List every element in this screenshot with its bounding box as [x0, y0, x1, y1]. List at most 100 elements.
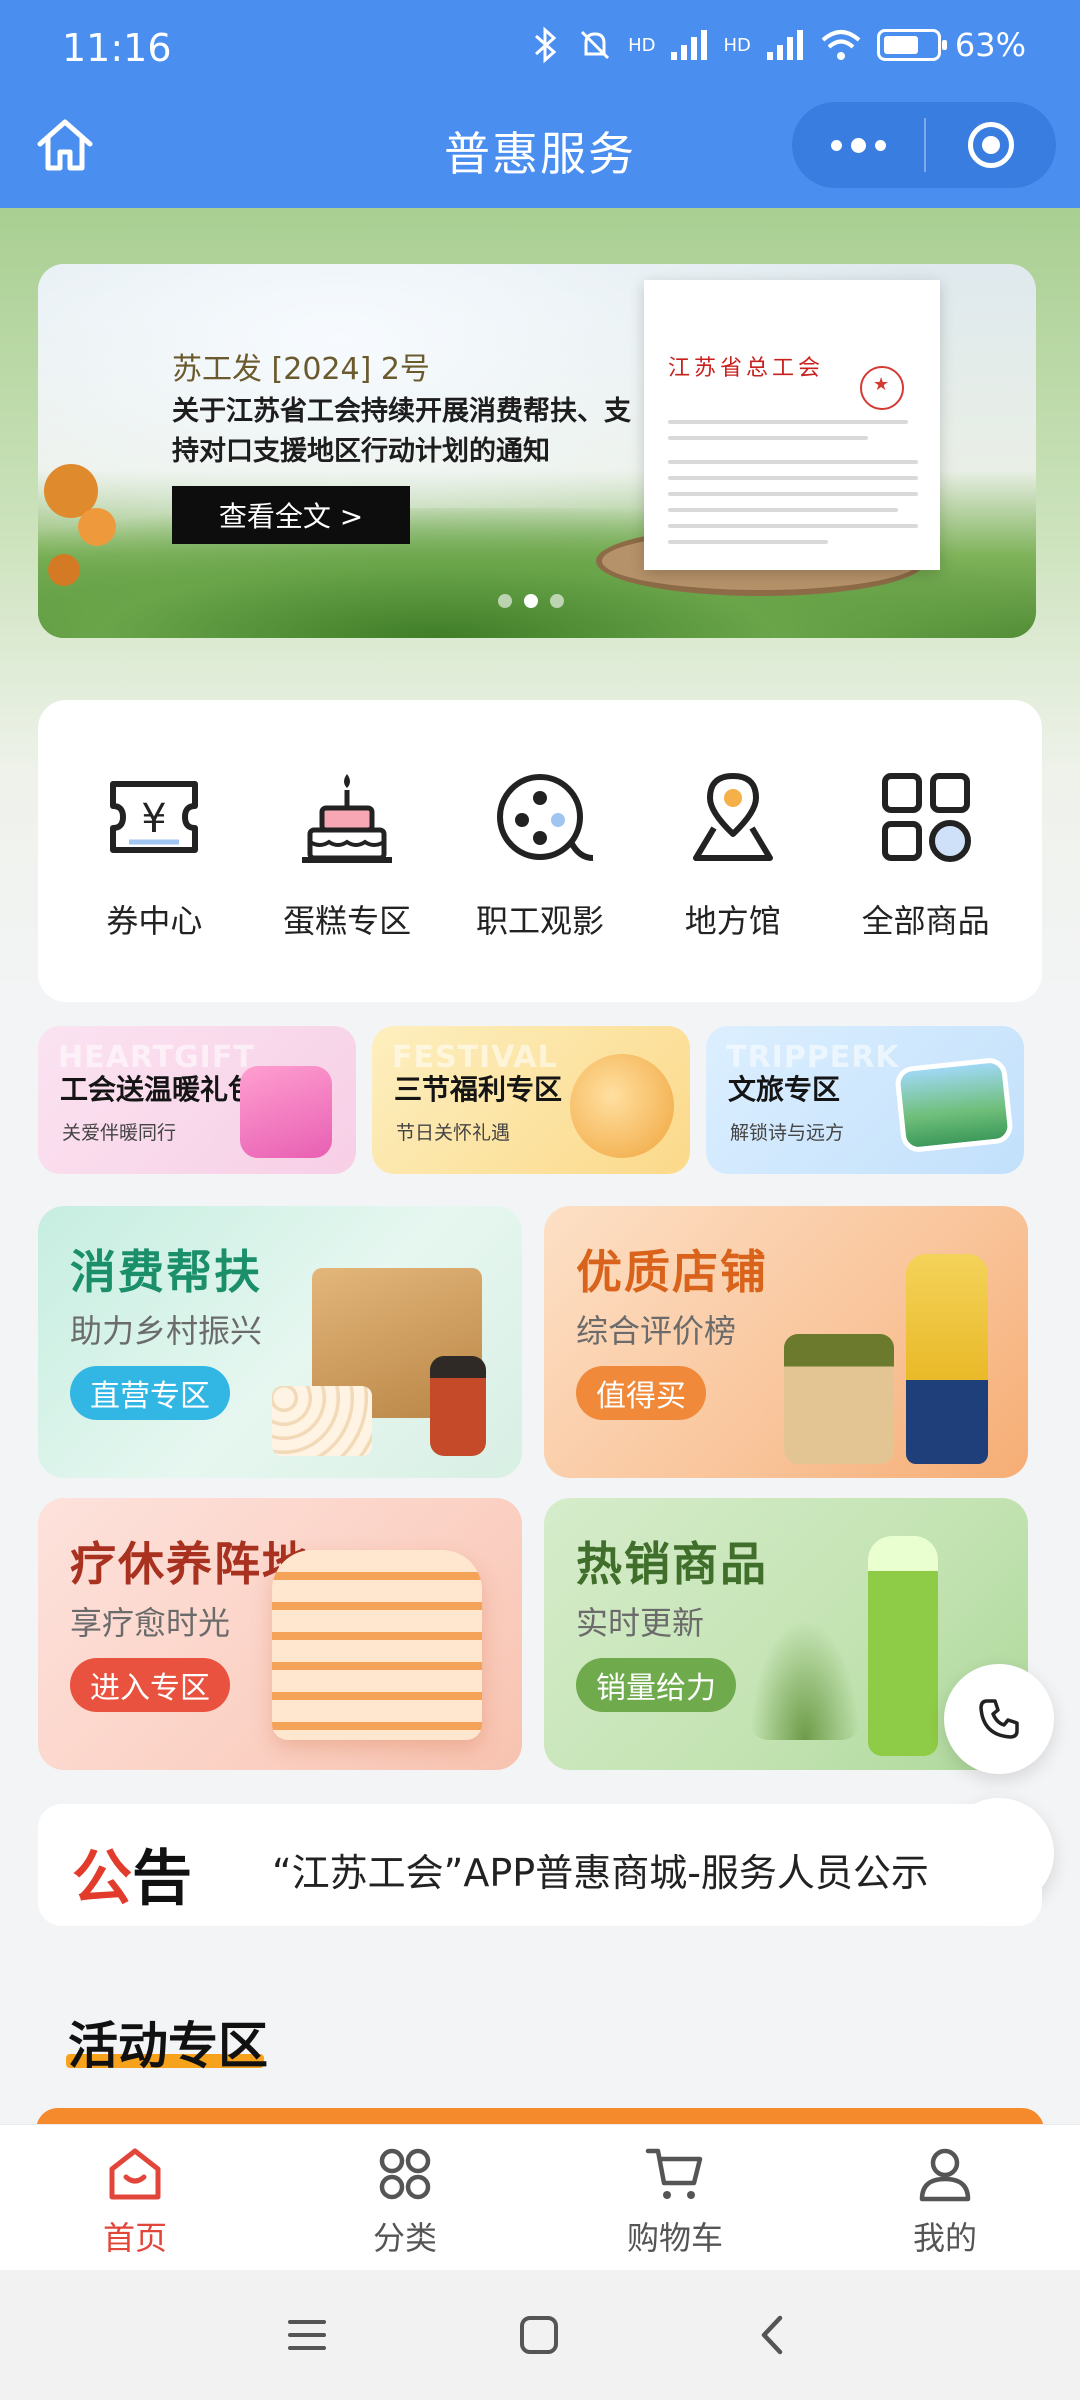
signal-hd-1: HD: [628, 34, 656, 56]
phone-call-button[interactable]: [944, 1664, 1054, 1774]
quick-item-coupon[interactable]: ¥ 券中心: [64, 700, 244, 1002]
quick-label: 券中心: [106, 902, 203, 940]
tab-profile[interactable]: 我的: [810, 2125, 1080, 2270]
tab-home[interactable]: 首页: [0, 2125, 270, 2270]
carousel-dot-active[interactable]: [524, 594, 538, 608]
view-full-text-button[interactable]: 查看全文 >: [172, 486, 410, 544]
phone-icon: [979, 1699, 1019, 1739]
category-icon: [379, 2148, 431, 2200]
tile-quality-store[interactable]: 优质店铺 综合评价榜 值得买: [544, 1206, 1028, 1478]
quick-access-card: ¥ 券中心 蛋糕专区 职工观影 地方馆 全部商品: [38, 700, 1042, 1002]
promo-subtitle: 关爱伴暖同行: [62, 1122, 177, 1144]
system-navigation-bar: [0, 2270, 1080, 2400]
promo-heart-gift[interactable]: HEARTGIFT 工会送温暖礼包 关爱伴暖同行: [38, 1026, 356, 1174]
quick-item-cake[interactable]: 蛋糕专区: [257, 700, 437, 1002]
document-image: 江苏省总工会: [644, 280, 940, 570]
oil-bottle-image: [906, 1254, 988, 1464]
announcement-bar[interactable]: 公告 “江苏工会”APP普惠商城-服务人员公示: [38, 1804, 1042, 1926]
flower-decoration: [78, 508, 116, 546]
promo-festival[interactable]: FESTIVAL 三节福利专区 节日关怀礼遇: [372, 1026, 690, 1174]
nav-bar: 普惠服务: [0, 96, 1080, 208]
banner-carousel[interactable]: 苏工发 [2024] 2号 关于江苏省工会持续开展消费帮扶、支持对口支援地区行动…: [38, 264, 1036, 638]
tile-subtitle: 实时更新: [576, 1604, 705, 1642]
back-arrow-icon[interactable]: [748, 2310, 798, 2360]
quick-label: 全部商品: [861, 902, 990, 940]
user-icon: [919, 2148, 971, 2202]
announcement-tag-a: 公: [72, 1844, 132, 1914]
tab-category[interactable]: 分类: [270, 2125, 540, 2270]
signal-icon: [671, 30, 708, 60]
close-mini-program-button[interactable]: [926, 102, 1056, 188]
tab-label: 我的: [912, 2219, 977, 2257]
spray-bottle-image: [868, 1536, 938, 1756]
promo-title: 工会送温暖礼包: [60, 1073, 257, 1106]
building-image: [272, 1550, 482, 1740]
document-line: [668, 492, 918, 496]
top-header: 11:16 HD HD 63% 普惠服务: [0, 0, 1080, 208]
tile-title: 热销商品: [576, 1537, 768, 1591]
tile-sanatorium[interactable]: 疗休养阵地 享疗愈时光 进入专区: [38, 1498, 522, 1770]
tile-title: 消费帮扶: [70, 1245, 262, 1299]
quick-label: 蛋糕专区: [283, 902, 412, 940]
tile-button[interactable]: 进入专区: [70, 1658, 230, 1712]
map-pin-icon: [692, 773, 773, 861]
document-line: [668, 460, 918, 464]
status-bar: 11:16 HD HD 63%: [0, 0, 1080, 96]
promo-travel[interactable]: TRIPPERK 文旅专区 解锁诗与远方: [706, 1026, 1024, 1174]
document-line: [668, 540, 828, 544]
home-square-icon[interactable]: [514, 2310, 564, 2360]
tab-cart[interactable]: 购物车: [540, 2125, 810, 2270]
cart-icon: [645, 2148, 703, 2199]
banner-title: 关于江苏省工会持续开展消费帮扶、支持对口支援地区行动计划的通知: [172, 396, 631, 467]
quick-item-film[interactable]: 职工观影: [450, 700, 630, 1002]
seal-icon: [860, 366, 904, 410]
tile-subtitle: 助力乡村振兴: [70, 1312, 263, 1350]
document-line: [668, 476, 918, 480]
food-bag-image: [784, 1334, 894, 1464]
cake-icon: [302, 774, 393, 863]
carousel-dot[interactable]: [550, 594, 564, 608]
section-title: 活动专区: [68, 2017, 268, 2075]
svg-text:¥: ¥: [142, 796, 167, 842]
coupon-icon: ¥: [110, 781, 199, 853]
more-menu-button[interactable]: [792, 102, 924, 188]
signal-icon-2: [766, 30, 803, 60]
promo-subtitle: 节日关怀礼遇: [396, 1122, 511, 1144]
mute-bell-icon: [581, 30, 610, 60]
film-reel-icon: [496, 774, 594, 861]
battery-percent: 63%: [954, 26, 1026, 64]
tab-label: 购物车: [626, 2219, 723, 2257]
tile-button[interactable]: 销量给力: [576, 1658, 736, 1712]
eggs-image: [272, 1386, 372, 1456]
wifi-icon: [821, 30, 861, 60]
document-line: [668, 508, 898, 512]
leaf-decoration-image: [750, 1620, 860, 1740]
promo-subtitle: 解锁诗与远方: [730, 1122, 845, 1144]
status-icons: HD HD 63%: [528, 26, 1026, 64]
document-line: [668, 420, 908, 424]
tile-button[interactable]: 值得买: [576, 1366, 706, 1420]
bottom-tab-bar: 首页 分类 购物车 我的: [0, 2124, 1080, 2270]
carousel-dot[interactable]: [498, 594, 512, 608]
announcement-text[interactable]: “江苏工会”APP普惠商城-服务人员公示: [272, 1842, 929, 1897]
quick-item-local[interactable]: 地方馆: [643, 700, 823, 1002]
home-icon: [109, 2148, 161, 2200]
landscape-postcard-image: [893, 1056, 1015, 1154]
announcement-tag: 公告: [72, 1830, 192, 1917]
signal-hd-2: HD: [723, 34, 751, 56]
quick-item-all[interactable]: 全部商品: [836, 700, 1016, 1002]
tab-label: 分类: [372, 2219, 437, 2257]
jar-image: [430, 1356, 486, 1456]
bluetooth-icon: [535, 26, 557, 64]
tile-button[interactable]: 直营专区: [70, 1366, 230, 1420]
flower-decoration: [48, 554, 80, 586]
menu-icon[interactable]: [282, 2310, 332, 2360]
gift-box-image: [240, 1066, 332, 1158]
target-icon: [968, 122, 1014, 168]
tile-consumer-aid[interactable]: 消费帮扶 助力乡村振兴 直营专区: [38, 1206, 522, 1478]
announcement-tag-b: 告: [132, 1844, 192, 1914]
tile-subtitle: 综合评价榜: [576, 1312, 737, 1350]
quick-label: 职工观影: [475, 902, 604, 940]
status-time: 11:16: [62, 26, 172, 70]
carousel-indicator: [498, 594, 564, 608]
